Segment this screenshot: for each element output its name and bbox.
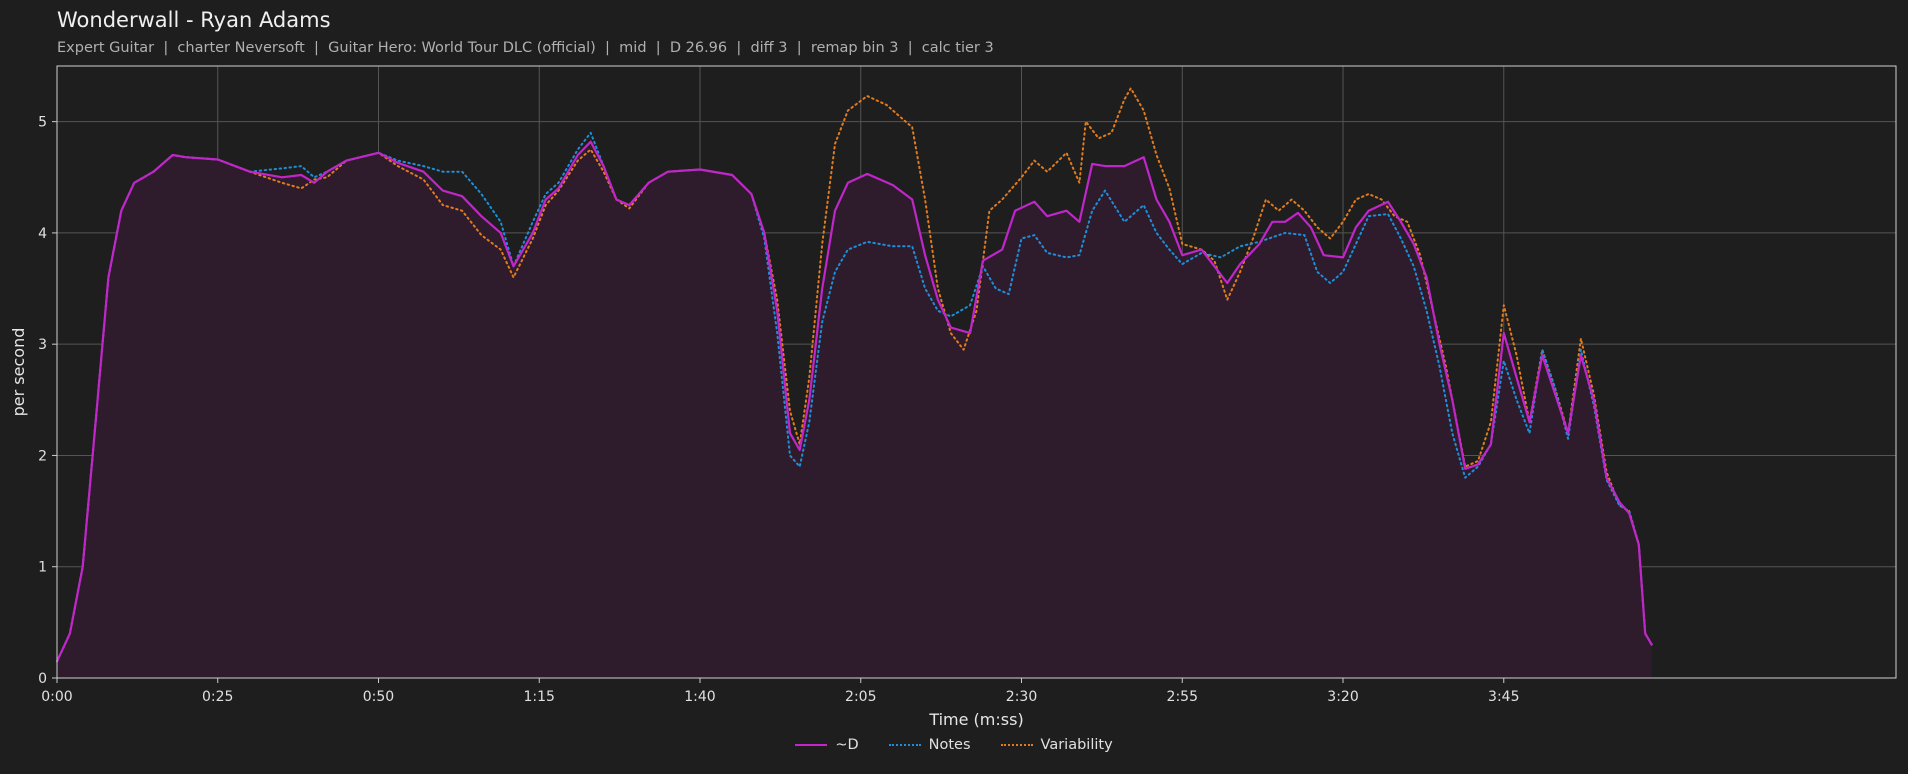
x-tick-label: 3:45 xyxy=(1488,689,1519,705)
legend-swatch xyxy=(888,744,921,746)
legend-swatch xyxy=(1000,744,1033,746)
x-tick-label: 3:20 xyxy=(1327,689,1358,705)
legend-label: Notes xyxy=(928,737,971,753)
x-axis-ticks: 0:00 0:25 0:50 1:15 1:40 2:05 2:30 2:55 3:20 3:45 xyxy=(41,678,1519,705)
legend-item: Notes xyxy=(888,737,971,753)
x-tick-label: 0:50 xyxy=(363,689,394,705)
x-tick-label: 2:05 xyxy=(845,689,876,705)
x-tick-label: 0:00 xyxy=(41,689,72,705)
y-tick-label: 3 xyxy=(38,337,47,353)
x-tick-label: 1:40 xyxy=(684,689,715,705)
legend-label: ~D xyxy=(835,737,859,753)
x-tick-label: 2:30 xyxy=(1006,689,1037,705)
y-tick-label: 4 xyxy=(38,226,47,242)
x-tick-label: 2:55 xyxy=(1167,689,1198,705)
x-tick-label: 1:15 xyxy=(524,689,555,705)
y-tick-label: 0 xyxy=(38,671,47,687)
y-tick-label: 2 xyxy=(38,448,47,464)
legend: ~D Notes Variability xyxy=(0,737,1908,753)
legend-swatch xyxy=(795,744,828,746)
y-axis-label: per second xyxy=(9,328,28,417)
x-tick-label: 0:25 xyxy=(202,689,233,705)
legend-item: ~D xyxy=(795,737,859,753)
legend-label: Variability xyxy=(1040,737,1113,753)
legend-item: Variability xyxy=(1000,737,1113,753)
y-axis-ticks: 0 1 2 3 4 5 xyxy=(38,115,57,687)
chart-area: 0:00 0:25 0:50 1:15 1:40 2:05 2:30 2:55 3:20 3:45… xyxy=(9,65,1897,729)
y-tick-label: 5 xyxy=(38,115,47,131)
x-axis-label: Time (m:ss) xyxy=(928,710,1023,729)
y-tick-label: 1 xyxy=(38,560,47,576)
